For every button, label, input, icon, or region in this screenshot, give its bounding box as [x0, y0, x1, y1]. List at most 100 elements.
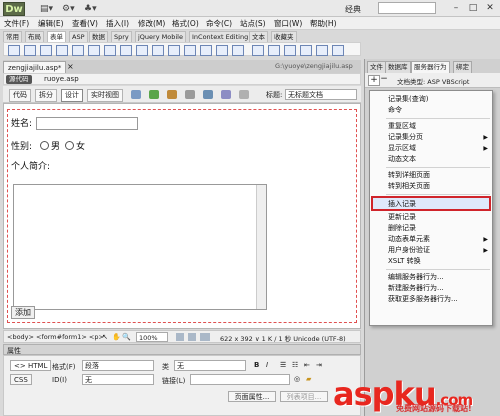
tablet-size-icon[interactable]: [188, 333, 196, 341]
menu-item[interactable]: 更新记录: [388, 212, 490, 223]
select-icon[interactable]: [136, 45, 148, 56]
menu-help[interactable]: 帮助(H): [310, 18, 337, 29]
layout-icon[interactable]: ▤▾: [40, 4, 53, 14]
visual-aids-icon[interactable]: [221, 90, 231, 99]
spry-textfield-icon[interactable]: [252, 45, 264, 56]
menu-item[interactable]: 动态文本: [388, 154, 490, 165]
zoom-select[interactable]: 100%: [136, 332, 168, 342]
radio-group-icon[interactable]: [120, 45, 132, 56]
w3c-validation-icon[interactable]: [185, 90, 195, 99]
menu-file[interactable]: 文件(F): [4, 18, 29, 29]
file-field-icon[interactable]: [184, 45, 196, 56]
close-tab-icon[interactable]: ×: [65, 61, 76, 73]
desktop-size-icon[interactable]: [200, 333, 210, 341]
preview-browser-icon[interactable]: [149, 90, 159, 99]
minus-icon[interactable]: −: [379, 75, 389, 84]
italic-button[interactable]: I: [266, 361, 268, 369]
related-file-ruoye[interactable]: ruoye.asp: [44, 75, 79, 83]
ordered-list-icon[interactable]: ☷: [292, 361, 298, 369]
check-browser-icon[interactable]: [203, 90, 213, 99]
menu-insert[interactable]: 插入(I): [106, 18, 129, 29]
id-select[interactable]: 无: [82, 374, 154, 385]
menu-item[interactable]: XSLT 转换: [388, 256, 490, 267]
menu-item[interactable]: 显示区域 ▶: [388, 143, 490, 154]
mobile-size-icon[interactable]: [176, 333, 184, 341]
bold-button[interactable]: B: [254, 361, 259, 369]
menu-view[interactable]: 查看(V): [72, 18, 98, 29]
menu-command[interactable]: 命令(C): [206, 18, 232, 29]
file-management-icon[interactable]: [167, 90, 177, 99]
menu-item[interactable]: 编辑服务器行为...: [388, 272, 490, 283]
intro-textarea[interactable]: [13, 184, 267, 310]
html-mode-button[interactable]: <> HTML: [10, 360, 52, 371]
menu-item[interactable]: 记录集(查询): [388, 94, 490, 105]
point-to-file-icon[interactable]: ◎: [294, 375, 300, 383]
submit-button[interactable]: 添加: [11, 306, 35, 319]
page-properties-button[interactable]: 页面属性...: [228, 391, 276, 402]
button-icon[interactable]: [200, 45, 212, 56]
form-icon[interactable]: [8, 45, 20, 56]
spry-confirm-icon[interactable]: [332, 45, 344, 56]
split-view-button[interactable]: 拆分: [35, 89, 57, 102]
jump-menu-icon[interactable]: [152, 45, 164, 56]
form-outline[interactable]: 姓名: 性别: 男 女 个人简介: 添加: [7, 109, 357, 323]
name-input[interactable]: [36, 117, 138, 130]
textarea-scrollbar[interactable]: [256, 185, 266, 309]
multiscreen-icon[interactable]: [131, 90, 141, 99]
female-radio[interactable]: [65, 141, 74, 150]
textarea-icon[interactable]: [56, 45, 68, 56]
spry-select-icon[interactable]: [300, 45, 312, 56]
spry-checkbox-icon[interactable]: [284, 45, 296, 56]
design-canvas[interactable]: 姓名: 性别: 男 女 个人简介: 添加: [3, 103, 361, 329]
search-input[interactable]: [378, 2, 436, 14]
browse-folder-icon[interactable]: ▰: [306, 375, 311, 383]
menu-item[interactable]: 用户身份验证 ▶: [388, 245, 490, 256]
fieldset-icon[interactable]: [232, 45, 244, 56]
properties-header[interactable]: 属性: [3, 344, 361, 355]
indent-icon[interactable]: ⇥: [316, 361, 322, 369]
menu-site[interactable]: 站点(S): [240, 18, 266, 29]
image-field-icon[interactable]: [168, 45, 180, 56]
menu-item[interactable]: 获取更多服务器行为...: [388, 294, 490, 305]
menu-item[interactable]: 动态表单元素 ▶: [388, 234, 490, 245]
maximize-icon[interactable]: □: [465, 2, 481, 14]
site-icon[interactable]: ♣▾: [84, 4, 97, 14]
menu-item[interactable]: 转到详细页面: [388, 170, 490, 181]
menu-edit[interactable]: 编辑(E): [38, 18, 64, 29]
workspace-preset[interactable]: 经典: [345, 4, 361, 15]
title-input[interactable]: 无标题文档: [285, 89, 357, 100]
link-input[interactable]: [190, 374, 290, 385]
menu-item[interactable]: 删除记录: [388, 223, 490, 234]
design-view-button[interactable]: 设计: [61, 89, 83, 102]
spry-password-icon[interactable]: [316, 45, 328, 56]
menu-item[interactable]: 新建服务器行为...: [388, 283, 490, 294]
class-select[interactable]: 无: [174, 360, 246, 371]
select-tool-icon[interactable]: ↖: [102, 333, 108, 341]
format-select[interactable]: 段落: [82, 360, 154, 371]
menu-item[interactable]: 记录集分页 ▶: [388, 132, 490, 143]
menu-format[interactable]: 格式(O): [172, 18, 199, 29]
menu-modify[interactable]: 修改(M): [138, 18, 165, 29]
zoom-tool-icon[interactable]: 🔍: [122, 333, 131, 341]
male-radio[interactable]: [40, 141, 49, 150]
checkbox-icon[interactable]: [72, 45, 84, 56]
outdent-icon[interactable]: ⇤: [304, 361, 310, 369]
radio-icon[interactable]: [104, 45, 116, 56]
tag-selector[interactable]: <body> <form#form1> <p>: [7, 333, 104, 341]
menu-item[interactable]: 插入记录: [388, 199, 490, 210]
menu-item[interactable]: 转到相关页面: [388, 181, 490, 192]
menu-window[interactable]: 窗口(W): [274, 18, 302, 29]
hidden-field-icon[interactable]: [40, 45, 52, 56]
hand-tool-icon[interactable]: ✋: [112, 333, 121, 341]
spry-textarea-icon[interactable]: [268, 45, 280, 56]
unordered-list-icon[interactable]: ☰: [280, 361, 286, 369]
code-view-button[interactable]: 代码: [9, 89, 31, 102]
menu-item[interactable]: 重复区域: [388, 121, 490, 132]
minimize-icon[interactable]: –: [448, 2, 464, 14]
close-icon[interactable]: ✕: [482, 2, 498, 14]
css-mode-button[interactable]: CSS: [10, 374, 32, 385]
list-item-button[interactable]: 列表项目...: [280, 391, 328, 402]
label-icon[interactable]: [216, 45, 228, 56]
live-view-button[interactable]: 实时视图: [87, 89, 123, 102]
refresh-icon[interactable]: [239, 90, 249, 99]
